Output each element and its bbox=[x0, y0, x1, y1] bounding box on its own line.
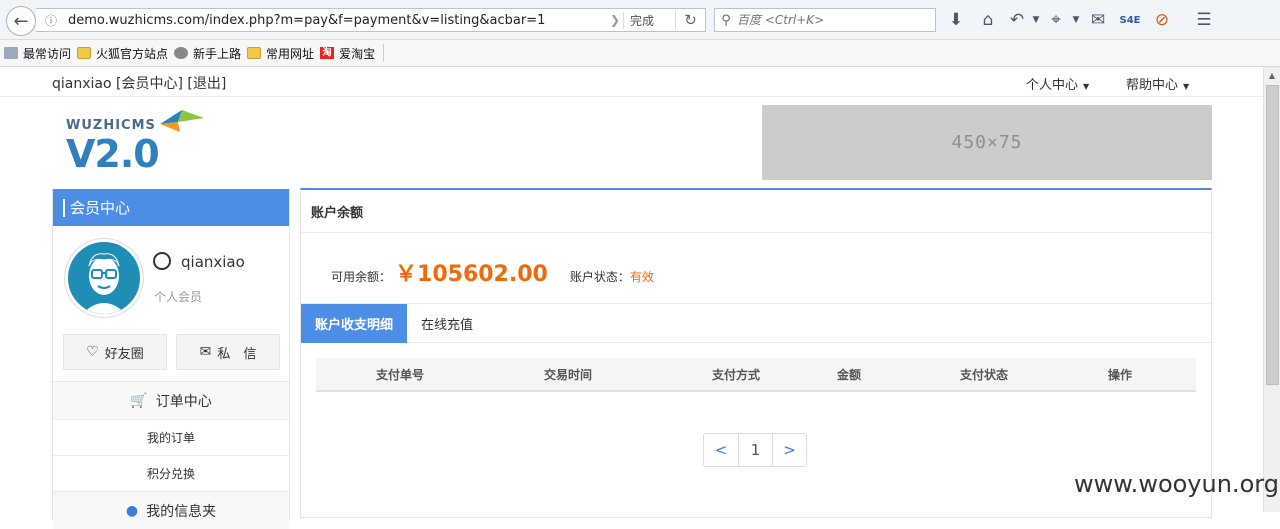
scroll-up-arrow-icon[interactable]: ▲ bbox=[1264, 67, 1280, 84]
reload-icon[interactable]: ↻ bbox=[675, 11, 705, 29]
info-icon[interactable]: ⓘ bbox=[40, 12, 62, 29]
back-button[interactable]: ← bbox=[6, 6, 36, 36]
account-panel: 账户余额 可用余额： ￥105602.00 账户状态： 有效 账户收支明细 在线… bbox=[300, 188, 1212, 518]
translate-icon[interactable]: S4E bbox=[1114, 15, 1146, 26]
prev-page-button[interactable]: < bbox=[704, 434, 738, 466]
address-bar[interactable]: ⓘ demo.wuzhicms.com/index.php?m=pay&f=pa… bbox=[36, 8, 706, 32]
col-amount: 金额 bbox=[836, 367, 861, 382]
orders-section-label: 订单中心 bbox=[155, 393, 212, 410]
sidebar-item-my-orders[interactable]: 我的订单 bbox=[53, 419, 289, 455]
message-button[interactable]: ✉ 私 信 bbox=[176, 334, 280, 370]
balance-row: 可用余额： ￥105602.00 账户状态： 有效 bbox=[331, 256, 654, 288]
next-page-button[interactable]: > bbox=[772, 434, 806, 466]
ad-banner[interactable]: 450×75 bbox=[762, 105, 1212, 180]
folder-icon bbox=[247, 47, 262, 59]
logo-wordmark: WUZHICMS bbox=[66, 118, 156, 133]
divider bbox=[383, 44, 385, 62]
bookmark-firefox[interactable]: 火狐官方站点 bbox=[77, 45, 168, 62]
globe-icon bbox=[174, 47, 189, 59]
cart-icon: 🛒 bbox=[130, 392, 148, 409]
bookmark-most-visited[interactable]: 最常访问 bbox=[4, 45, 71, 62]
download-icon[interactable]: ⬇ bbox=[940, 10, 972, 30]
load-status: 完成 bbox=[623, 11, 675, 29]
col-method: 支付方式 bbox=[711, 367, 760, 382]
watermark: www.wooyun.org bbox=[1074, 470, 1279, 498]
member-sidebar: 会员中心 qianxiao 个人会员 ♡ 好友圈 ✉ 私 信 🛒 订单中心 我的订单 … bbox=[52, 189, 290, 529]
logo-version: V2.0 bbox=[66, 132, 160, 176]
mail-icon: ✉ bbox=[199, 344, 212, 360]
site-topbar: qianxiao [会员中心] [退出] 个人中心 ▼ 帮助中心 ▼ bbox=[0, 67, 1263, 97]
personal-center-menu[interactable]: 个人中心 ▼ bbox=[1026, 74, 1089, 93]
sidebar-title: 会员中心 bbox=[53, 189, 289, 226]
user-group: 个人会员 bbox=[154, 290, 203, 304]
title-bar bbox=[63, 198, 65, 217]
page-1[interactable]: 1 bbox=[738, 434, 772, 466]
bookmark-getting-started[interactable]: 新手上路 bbox=[174, 45, 241, 62]
tab-recharge[interactable]: 在线充值 bbox=[407, 304, 487, 343]
table-header: 支付单号 交易时间 支付方式 金额 支付状态 操作 bbox=[316, 358, 1196, 392]
col-status: 支付状态 bbox=[959, 367, 1008, 382]
search-icon: ⚲ bbox=[721, 12, 731, 28]
col-order-no: 支付单号 bbox=[375, 367, 424, 382]
balance-label: 可用余额： bbox=[331, 270, 392, 284]
col-time: 交易时间 bbox=[543, 367, 592, 382]
friends-label: 好友圈 bbox=[104, 346, 144, 362]
home-icon[interactable]: ⌂ bbox=[972, 10, 1004, 30]
browser-toolbar: ← ⓘ demo.wuzhicms.com/index.php?m=pay&f=… bbox=[0, 0, 1280, 40]
personal-center-label: 个人中心 bbox=[1026, 78, 1079, 93]
user-circle-icon: ● bbox=[125, 502, 139, 519]
crop-icon[interactable]: ⌖ bbox=[1042, 10, 1070, 30]
url-text[interactable]: demo.wuzhicms.com/index.php?m=pay&f=paym… bbox=[62, 13, 607, 28]
pagination: < 1 > bbox=[703, 433, 807, 467]
orders-section[interactable]: 🛒 订单中心 bbox=[53, 381, 289, 419]
balance-amount: ￥105602.00 bbox=[395, 262, 548, 287]
user-icon bbox=[153, 252, 171, 270]
scroll-thumb[interactable] bbox=[1266, 85, 1279, 385]
logo-kite-icon bbox=[160, 110, 204, 132]
search-box[interactable]: ⚲ bbox=[714, 8, 936, 32]
bookmark-icon bbox=[4, 47, 18, 59]
toolbar-icons: ⬇ ⌂ ↶ ▼ ⌖ ▼ ✉ S4E ⊘ ☰ bbox=[940, 8, 1220, 32]
site-logo[interactable]: WUZHICMS V2.0 bbox=[66, 110, 216, 176]
bookmark-common-sites[interactable]: 常用网址 bbox=[247, 45, 314, 62]
username: qianxiao bbox=[181, 253, 245, 271]
bookmarks-bar: 最常访问 火狐官方站点 新手上路 常用网址 淘爱淘宝 bbox=[0, 40, 1280, 67]
bookmark-taobao[interactable]: 淘爱淘宝 bbox=[320, 45, 375, 62]
help-center-label: 帮助中心 bbox=[1126, 78, 1179, 93]
chat-icon[interactable]: ✉ bbox=[1082, 10, 1114, 30]
friends-button[interactable]: ♡ 好友圈 bbox=[63, 334, 167, 370]
sidebar-title-text: 会员中心 bbox=[70, 199, 131, 217]
status-value: 有效 bbox=[629, 270, 654, 284]
folder-icon bbox=[77, 47, 92, 59]
undo-icon[interactable]: ↶ bbox=[1004, 10, 1030, 30]
taobao-icon: 淘 bbox=[320, 47, 335, 59]
menu-icon[interactable]: ☰ bbox=[1188, 10, 1220, 30]
tab-transactions[interactable]: 账户收支明细 bbox=[301, 304, 408, 343]
message-label: 私 信 bbox=[217, 346, 257, 362]
panel-tabs: 账户收支明细 在线充值 bbox=[301, 303, 1211, 343]
info-section-label: 我的信息夹 bbox=[146, 503, 217, 520]
avatar[interactable] bbox=[65, 239, 143, 317]
status-label: 账户状态： bbox=[569, 270, 630, 284]
heart-icon: ♡ bbox=[86, 344, 99, 360]
col-action: 操作 bbox=[1107, 367, 1132, 382]
chevron-down-icon[interactable]: ▼ bbox=[1030, 15, 1042, 25]
chevron-down-icon[interactable]: ▼ bbox=[1070, 15, 1082, 25]
block-icon[interactable]: ⊘ bbox=[1146, 10, 1178, 30]
user-links[interactable]: qianxiao [会员中心] [退出] bbox=[52, 73, 226, 93]
search-input[interactable] bbox=[737, 13, 927, 27]
chevron-right-icon[interactable]: ❯ bbox=[607, 13, 623, 27]
caret-down-icon: ▼ bbox=[1183, 82, 1190, 91]
help-center-menu[interactable]: 帮助中心 ▼ bbox=[1126, 74, 1189, 93]
caret-down-icon: ▼ bbox=[1083, 82, 1090, 91]
user-avatar-icon bbox=[82, 253, 126, 314]
page-scrollbar[interactable]: ▲ bbox=[1263, 67, 1280, 512]
info-section[interactable]: ● 我的信息夹 bbox=[53, 491, 289, 529]
sidebar-item-points[interactable]: 积分兑换 bbox=[53, 455, 289, 491]
panel-title: 账户余额 bbox=[301, 190, 1211, 233]
